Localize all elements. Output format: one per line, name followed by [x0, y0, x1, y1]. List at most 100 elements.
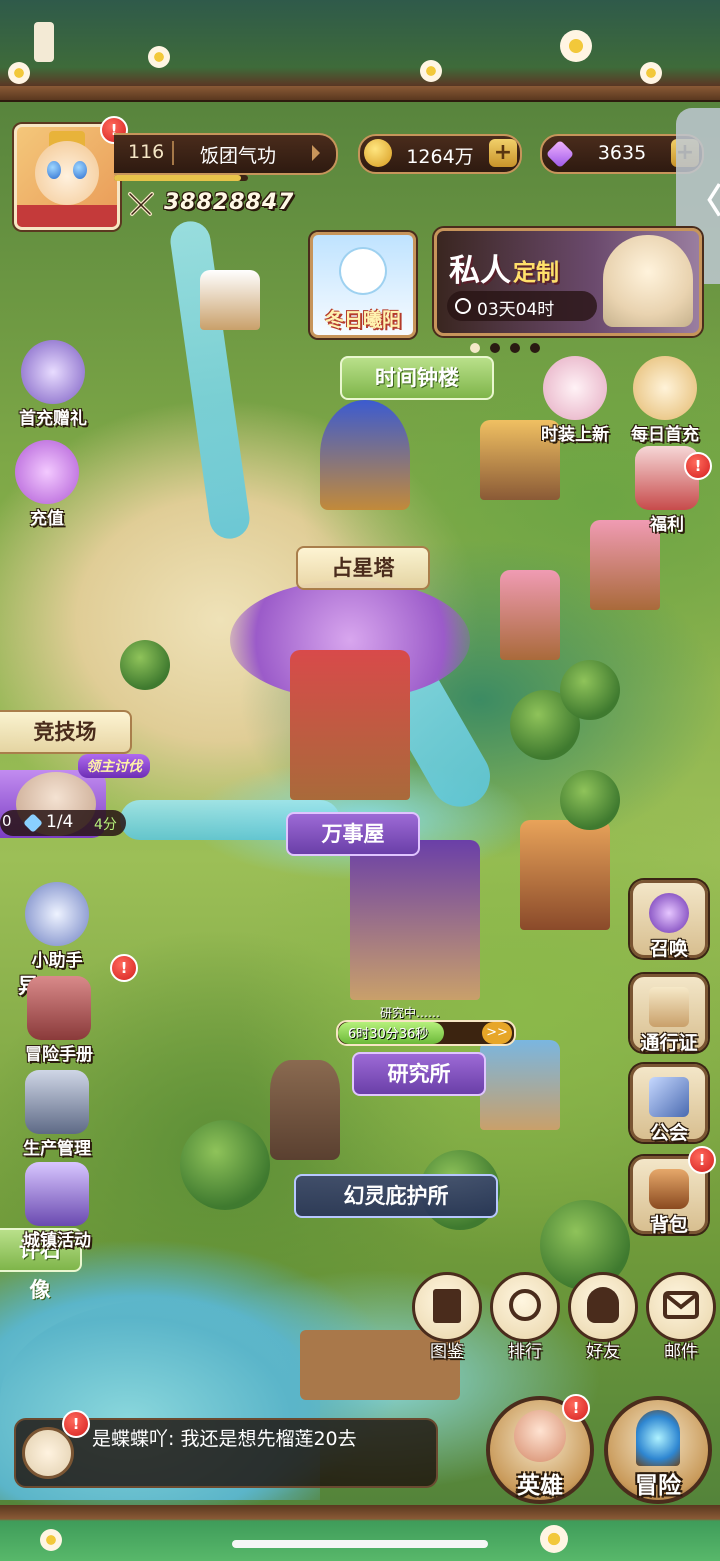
avatar-frame-base	[17, 205, 117, 227]
snowman-icon	[341, 249, 385, 293]
top-frame-bar	[0, 86, 720, 102]
carousel-dot[interactable]	[530, 343, 540, 353]
button-label: 冒险手册	[25, 1045, 93, 1065]
add-gold-button[interactable]: +	[489, 139, 517, 167]
house	[480, 1040, 560, 1130]
timer-text: 03天04时	[477, 300, 555, 320]
mail-button[interactable]: 邮件	[646, 1272, 716, 1362]
avatar-face	[35, 141, 99, 205]
flower-icon	[40, 1529, 62, 1551]
portal-icon	[636, 1410, 680, 1466]
battle-pass-button[interactable]: 通行证	[630, 974, 708, 1054]
player-level: 116	[128, 141, 165, 163]
summon-icon	[649, 893, 689, 933]
candle-icon	[34, 22, 54, 62]
new-fashion-button[interactable]: 时装上新	[532, 356, 618, 445]
town-activity-button[interactable]: 城镇活动	[14, 1162, 100, 1251]
production-management-button[interactable]: 生产管理	[14, 1070, 100, 1159]
button-label: 排行	[508, 1342, 542, 1362]
chevron-left-icon: 〈	[688, 182, 720, 222]
gold-counter: 1264万 +	[358, 134, 522, 174]
button-label: 充值	[30, 509, 64, 529]
private-custom-banner[interactable]: 私人 定制 03天04时	[434, 228, 702, 336]
alert-badge: !	[684, 452, 712, 480]
gold-coin-icon	[364, 139, 392, 167]
combat-power: 38828847	[164, 190, 295, 215]
recharge-icon	[15, 440, 79, 504]
shelter-label[interactable]: 幻灵庇护所	[294, 1174, 498, 1218]
guild-button[interactable]: 公会	[630, 1064, 708, 1144]
button-label: 公会	[649, 1122, 688, 1144]
gift-box-icon	[21, 340, 85, 404]
player-name-bar[interactable]: 116 饭团气功	[114, 133, 338, 175]
button-label: 好友	[586, 1342, 620, 1362]
pass-icon	[649, 987, 689, 1027]
flower-icon	[148, 46, 170, 68]
adventure-handbook-button[interactable]: 冒险手册	[16, 976, 102, 1065]
summon-button[interactable]: 召唤	[630, 880, 708, 960]
research-progress-bar[interactable]: 6时30分36秒 >>	[336, 1020, 516, 1046]
private-banner-title: 私人	[449, 253, 511, 289]
astral-tower-label[interactable]: 占星塔	[296, 546, 430, 590]
button-label: 召唤	[649, 938, 688, 960]
general-store-label[interactable]: 万事屋	[286, 812, 420, 856]
adventure-book-icon	[27, 976, 91, 1040]
button-label: 邮件	[664, 1342, 698, 1362]
hero-portrait-icon	[514, 1410, 566, 1462]
codex-icon	[433, 1289, 461, 1323]
button-label: 小助手	[31, 951, 83, 971]
button-label: 城镇活动	[23, 1231, 91, 1251]
button-label: 时装上新	[541, 425, 609, 445]
research-time-left: 6时30分36秒	[348, 1027, 429, 1042]
robot-helper-icon	[25, 882, 89, 946]
ranking-button[interactable]: 排行	[490, 1272, 560, 1362]
tree	[560, 770, 620, 830]
daily-first-charge-button[interactable]: 每日首充	[622, 356, 708, 445]
chat-message: 是蝶蝶吖: 我还是想先榴莲20去	[92, 1428, 357, 1450]
character-portrait	[603, 235, 693, 327]
codex-button[interactable]: 图鉴	[412, 1272, 482, 1362]
research-status: 研究中……	[380, 1006, 441, 1020]
carousel-dot[interactable]	[470, 343, 480, 353]
private-banner-timer: 03天04时	[447, 291, 597, 321]
lord-hunt-progress: 0 1/4 4分	[0, 810, 126, 836]
home-indicator[interactable]	[232, 1540, 488, 1548]
fashion-icon	[543, 356, 607, 420]
clock-tower-building[interactable]	[200, 270, 260, 330]
adventure-button[interactable]: 冒险	[604, 1396, 712, 1504]
lord-left-timer: 0	[2, 812, 12, 830]
astral-tower-building[interactable]	[320, 400, 410, 510]
speed-up-button[interactable]: >>	[482, 1022, 512, 1044]
gem-amount: 3635	[597, 142, 647, 164]
clock-tower-label[interactable]: 时间钟楼	[340, 356, 494, 400]
clock-icon	[455, 298, 471, 314]
button-label: 首充赠礼	[19, 409, 87, 429]
button-label: 每日首充	[631, 425, 699, 445]
research-building[interactable]	[350, 840, 480, 1000]
house	[520, 820, 610, 930]
button-label: 冒险	[635, 1473, 681, 1499]
flower-icon	[640, 62, 662, 84]
river	[167, 218, 253, 542]
town-event-icon	[25, 1162, 89, 1226]
top-frame-decoration	[0, 0, 720, 96]
general-store-building[interactable]	[290, 650, 410, 800]
arena-label[interactable]: 竞技场	[0, 710, 132, 754]
friends-icon	[587, 1287, 619, 1323]
tree	[180, 1120, 270, 1210]
carousel-dot[interactable]	[510, 343, 520, 353]
tree	[120, 640, 170, 690]
first-charge-gift-button[interactable]: 首充赠礼	[10, 340, 96, 429]
winter-event-card[interactable]: 冬日曦阳	[310, 232, 416, 338]
friends-button[interactable]: 好友	[568, 1272, 638, 1362]
flower-icon	[420, 60, 442, 82]
guild-icon	[649, 1077, 689, 1117]
research-label[interactable]: 研究所	[352, 1052, 486, 1096]
flower-icon	[8, 62, 30, 84]
recharge-button[interactable]: 充值	[4, 440, 90, 529]
assistant-button[interactable]: 小助手	[14, 882, 100, 971]
button-label: 福利	[650, 515, 684, 535]
bottom-frame-decoration	[0, 1505, 720, 1561]
house	[500, 570, 560, 660]
carousel-dot[interactable]	[490, 343, 500, 353]
